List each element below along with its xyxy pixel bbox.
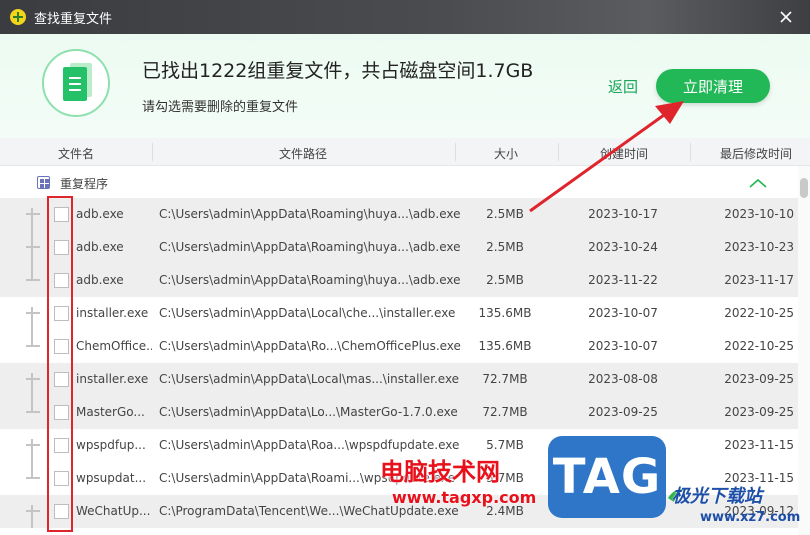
file-created: 2023-10-17: [588, 207, 658, 221]
row-checkbox[interactable]: [54, 438, 69, 453]
group-label: 重复程序: [60, 177, 109, 191]
file-size: 2.5MB: [486, 273, 524, 287]
tree-connector: [26, 330, 40, 363]
table-row[interactable]: adb.exe C:\Users\admin\AppData\Roaming\h…: [0, 264, 798, 297]
scrollbar-track[interactable]: [798, 166, 810, 535]
file-size: 2.5MB: [486, 240, 524, 254]
file-size: 135.6MB: [478, 306, 532, 320]
watermark-text: 电脑技术网: [380, 458, 500, 486]
back-button[interactable]: 返回: [608, 76, 638, 97]
title-bar: 查找重复文件: [0, 0, 810, 34]
file-name: adb.exe: [76, 207, 124, 221]
watermark-site-name: 极光下载站: [672, 486, 762, 507]
file-modified: 2023-11-17: [724, 273, 794, 287]
column-size[interactable]: 大小: [494, 145, 518, 162]
summary-headline: 已找出1222组重复文件，共占磁盘空间1.7GB: [142, 60, 534, 82]
file-path: C:\Users\admin\AppData\Lo...\MasterGo-1.…: [159, 405, 458, 419]
file-created: 2023-10-24: [588, 240, 658, 254]
clean-now-button[interactable]: 立即清理: [656, 69, 770, 103]
file-size: 135.6MB: [478, 339, 532, 353]
group-header[interactable]: 重复程序: [0, 166, 798, 198]
file-modified: 2023-10-23: [724, 240, 794, 254]
table-row[interactable]: adb.exe C:\Users\admin\AppData\Roaming\h…: [0, 231, 798, 264]
tree-connector: [26, 198, 40, 231]
file-name: wpspdfup...: [76, 438, 146, 452]
chevron-up-icon[interactable]: [748, 177, 768, 189]
close-button[interactable]: [776, 7, 796, 27]
row-checkbox[interactable]: [54, 471, 69, 486]
column-created[interactable]: 创建时间: [600, 145, 648, 162]
column-header: 文件名 文件路径 大小 创建时间 最后修改时间: [0, 138, 810, 166]
window-title: 查找重复文件: [34, 11, 113, 27]
file-name: adb.exe: [76, 273, 124, 287]
file-modified: 2023-09-25: [724, 405, 794, 419]
row-checkbox[interactable]: [54, 339, 69, 354]
file-size: 5.7MB: [486, 438, 524, 452]
scrollbar-thumb[interactable]: [800, 178, 808, 198]
file-path: C:\Users\admin\AppData\Local\che...\inst…: [159, 306, 456, 320]
close-icon: [780, 11, 792, 23]
table-row[interactable]: adb.exe C:\Users\admin\AppData\Roaming\h…: [0, 198, 798, 231]
file-modified: 2023-10-10: [724, 207, 794, 221]
file-created: 2023-09-25: [588, 405, 658, 419]
file-created: 2023-10-07: [588, 306, 658, 320]
row-checkbox[interactable]: [54, 273, 69, 288]
table-row[interactable]: installer.exe C:\Users\admin\AppData\Loc…: [0, 363, 798, 396]
file-name: adb.exe: [76, 240, 124, 254]
row-checkbox[interactable]: [54, 372, 69, 387]
file-path: C:\Users\admin\AppData\Roaming\huya...\a…: [159, 240, 461, 254]
table-row[interactable]: MasterGo... C:\Users\admin\AppData\Lo...…: [0, 396, 798, 429]
column-modified[interactable]: 最后修改时间: [720, 145, 792, 162]
file-created: 2023-08-08: [588, 372, 658, 386]
file-name: MasterGo...: [76, 405, 145, 419]
column-name[interactable]: 文件名: [58, 145, 94, 162]
tree-connector: [26, 495, 40, 528]
tree-connector: [26, 396, 40, 429]
file-modified: 2023-11-15: [724, 438, 794, 452]
table-row[interactable]: ChemOffice... C:\Users\admin\AppData\Ro.…: [0, 330, 798, 363]
file-name: WeChatUp...: [76, 504, 151, 518]
tree-connector: [26, 297, 40, 330]
file-size: 72.7MB: [482, 405, 528, 419]
watermark-tag-logo: TAG: [548, 436, 666, 518]
grid-icon: [37, 176, 50, 189]
file-created: 2023-10-07: [588, 339, 658, 353]
file-size: 72.7MB: [482, 372, 528, 386]
row-checkbox[interactable]: [54, 207, 69, 222]
row-checkbox[interactable]: [54, 240, 69, 255]
row-checkbox[interactable]: [54, 504, 69, 519]
file-modified: 2022-10-25: [724, 339, 794, 353]
file-modified: 2023-09-25: [724, 372, 794, 386]
tree-connector: [26, 363, 40, 396]
file-path: C:\Users\admin\AppData\Ro...\ChemOfficeP…: [159, 339, 461, 353]
tree-connector: [26, 429, 40, 462]
tree-connector: [26, 231, 40, 264]
row-checkbox[interactable]: [54, 405, 69, 420]
file-path: C:\Users\admin\AppData\Roa...\wpspdfupda…: [159, 438, 460, 452]
tree-connector: [26, 462, 40, 495]
table-row[interactable]: installer.exe C:\Users\admin\AppData\Loc…: [0, 297, 798, 330]
watermark-site-url: www.xz7.com: [700, 510, 801, 525]
file-name: installer.exe: [76, 372, 149, 386]
app-plus-icon: [10, 9, 26, 25]
file-name: ChemOffice...: [76, 339, 152, 353]
file-path: C:\Users\admin\AppData\Roaming\huya...\a…: [159, 207, 461, 221]
watermark-url: www.tagxp.com: [392, 488, 537, 507]
file-name: installer.exe: [76, 306, 149, 320]
file-path: C:\Users\admin\AppData\Roaming\huya...\a…: [159, 273, 461, 287]
column-path[interactable]: 文件路径: [279, 145, 327, 162]
file-modified: 2022-10-25: [724, 306, 794, 320]
summary-panel: 已找出1222组重复文件，共占磁盘空间1.7GB 请勾选需要删除的重复文件 返回…: [0, 34, 810, 138]
tree-connector: [26, 264, 40, 297]
file-size: 2.5MB: [486, 207, 524, 221]
file-created: 2023-11-22: [588, 273, 658, 287]
summary-subline: 请勾选需要删除的重复文件: [142, 100, 299, 115]
file-path: C:\Users\admin\AppData\Local\mas...\inst…: [159, 372, 460, 386]
row-checkbox[interactable]: [54, 306, 69, 321]
file-name: wpsupdat...: [76, 471, 147, 485]
duplicate-files-icon: [42, 49, 110, 117]
